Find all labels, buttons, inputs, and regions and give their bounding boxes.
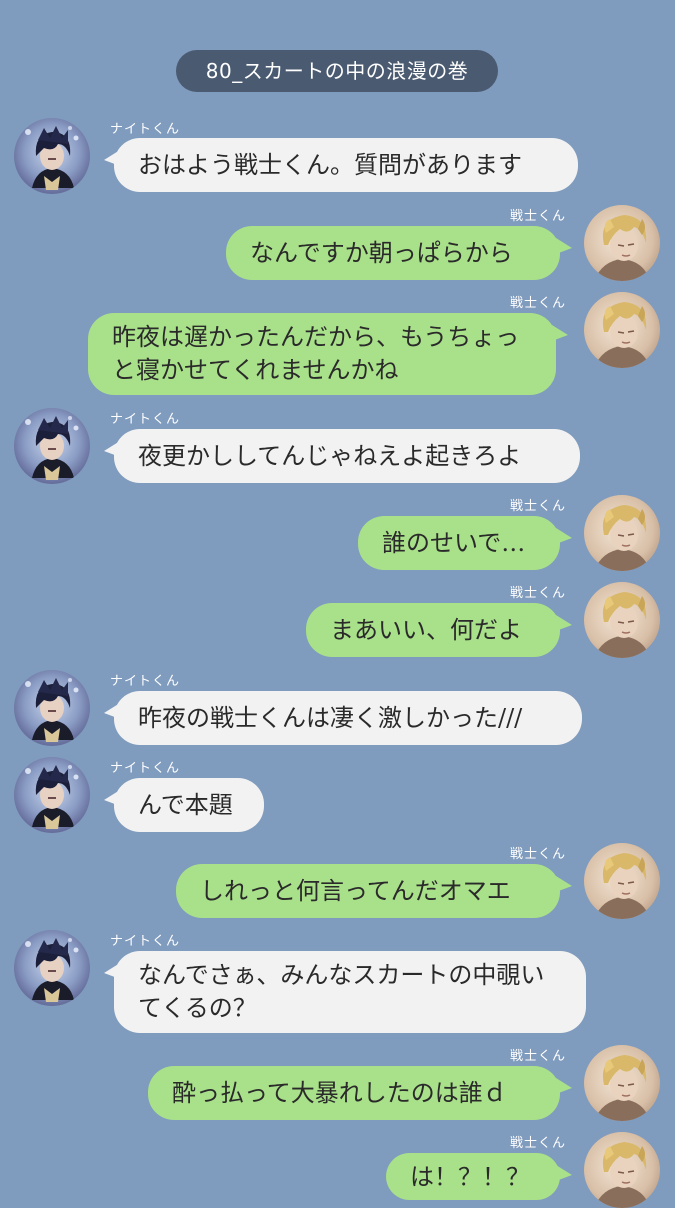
- knight-avatar[interactable]: [14, 118, 90, 194]
- message-bubble: 酔っ払って大暴れしたのは誰ｄ: [148, 1066, 560, 1120]
- warrior-avatar-image: [584, 495, 660, 571]
- warrior-avatar[interactable]: [584, 495, 660, 571]
- knight-avatar-image: [14, 757, 90, 833]
- warrior-avatar-image: [584, 205, 660, 281]
- sender-name: 戦士くん: [510, 586, 567, 601]
- message-bubble: 誰のせいで…: [358, 516, 560, 570]
- sender-name: ナイトくん: [110, 412, 181, 427]
- chat-title: 80_スカートの中の浪漫の巻: [176, 50, 498, 92]
- warrior-avatar-image: [584, 843, 660, 919]
- warrior-avatar[interactable]: [584, 582, 660, 658]
- message-bubble: んで本題: [114, 778, 264, 832]
- sender-name: 戦士くん: [510, 1136, 567, 1151]
- sender-name: 戦士くん: [510, 1049, 567, 1064]
- knight-avatar-image: [14, 930, 90, 1006]
- knight-avatar-image: [14, 118, 90, 194]
- message-bubble: は！？！？: [386, 1153, 560, 1200]
- message-bubble: まあいい、何だよ: [306, 603, 560, 657]
- warrior-avatar[interactable]: [584, 843, 660, 919]
- knight-avatar-image: [14, 670, 90, 746]
- sender-name: ナイトくん: [110, 761, 181, 776]
- message-bubble: 夜更かししてんじゃねえよ起きろよ: [114, 429, 580, 483]
- warrior-avatar-image: [584, 1132, 660, 1208]
- message-bubble: 昨夜の戦士くんは凄く激しかった///: [114, 691, 582, 745]
- knight-avatar[interactable]: [14, 408, 90, 484]
- sender-name: ナイトくん: [110, 674, 181, 689]
- sender-name: 戦士くん: [510, 296, 567, 311]
- sender-name: 戦士くん: [510, 209, 567, 224]
- knight-avatar[interactable]: [14, 757, 90, 833]
- knight-avatar[interactable]: [14, 930, 90, 1006]
- warrior-avatar[interactable]: [584, 205, 660, 281]
- knight-avatar-image: [14, 408, 90, 484]
- warrior-avatar-image: [584, 1045, 660, 1121]
- message-bubble: おはよう戦士くん。質問があります: [114, 138, 578, 192]
- message-bubble: なんでさぁ、みんなスカートの中覗いてくるの？: [114, 951, 586, 1033]
- warrior-avatar[interactable]: [584, 1045, 660, 1121]
- sender-name: ナイトくん: [110, 122, 181, 137]
- sender-name: 戦士くん: [510, 847, 567, 862]
- message-bubble: しれっと何言ってんだオマエ: [176, 864, 560, 918]
- knight-avatar[interactable]: [14, 670, 90, 746]
- message-bubble: 昨夜は遅かったんだから、もうちょっと寝かせてくれませんかね: [88, 313, 556, 395]
- warrior-avatar-image: [584, 582, 660, 658]
- message-bubble: なんですか朝っぱらから: [226, 226, 560, 280]
- warrior-avatar-image: [584, 292, 660, 368]
- sender-name: 戦士くん: [510, 499, 567, 514]
- warrior-avatar[interactable]: [584, 292, 660, 368]
- warrior-avatar[interactable]: [584, 1132, 660, 1208]
- sender-name: ナイトくん: [110, 934, 181, 949]
